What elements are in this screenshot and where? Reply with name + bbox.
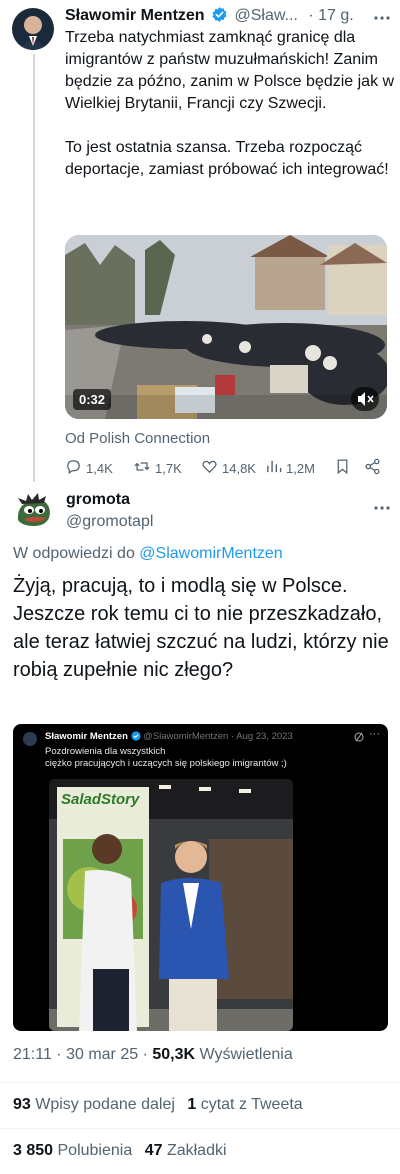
author-name[interactable]: Sławomir Mentzen	[65, 7, 205, 24]
bookmarks-label: Zakładki	[166, 1142, 227, 1159]
heart-icon	[201, 458, 218, 478]
reply-context: W odpowiedzi do @SlawomirMentzen	[13, 545, 283, 563]
retweets-label: Wpisy podane dalej	[35, 1096, 175, 1113]
bookmarks-count: 47	[144, 1142, 163, 1159]
views-count: 50,3K	[152, 1046, 196, 1063]
grok-icon	[353, 730, 365, 748]
views-icon	[265, 458, 282, 478]
bookmark-icon[interactable]	[334, 458, 351, 480]
views-button[interactable]: 1,2M	[265, 458, 315, 478]
quote-author-name: Sławomir Mentzen	[45, 731, 128, 742]
author-name[interactable]: gromota	[66, 491, 130, 509]
avatar[interactable]	[12, 490, 54, 532]
video-source[interactable]: Od Polish Connection	[65, 430, 210, 447]
quote-text-line-2: ciężko pracujących i uczących się polski…	[45, 758, 287, 769]
retweets-count: 93	[13, 1096, 31, 1113]
author-handle[interactable]: @Sław...	[234, 7, 297, 24]
tweet-text: Trzeba natychmiast zamknąć granicę dla i…	[65, 29, 395, 178]
quotes-count: 1	[187, 1096, 197, 1113]
video-player[interactable]: 0:32	[65, 235, 387, 419]
likes-label: Polubienia	[57, 1142, 133, 1159]
divider	[0, 1128, 400, 1129]
like-button[interactable]: 14,8K	[201, 458, 256, 478]
reply-icon	[65, 458, 82, 478]
quote-text-line-1: Pozdrowienia dla wszystkich	[45, 746, 166, 757]
views-label: Wyświetlenia	[199, 1046, 293, 1063]
views-count: 1,2M	[286, 460, 315, 476]
tweet-timestamp-row: 21:11 · 30 mar 25 · 50,3K Wyświetlenia	[13, 1046, 293, 1064]
reply-count: 1,4K	[86, 460, 113, 476]
thread-line	[33, 54, 35, 482]
more-icon[interactable]	[372, 498, 392, 523]
reply-prefix: W odpowiedzi do	[13, 545, 135, 562]
mute-icon[interactable]	[351, 387, 379, 411]
divider	[0, 1082, 400, 1083]
bookmarks-stat[interactable]: 47 Zakładki	[145, 1142, 227, 1159]
quote-handle: @SlawomirMentzen	[143, 731, 229, 742]
likes-row: 3 850 Polubienia 47 Zakładki	[13, 1142, 227, 1160]
likes-stat[interactable]: 3 850 Polubienia	[13, 1142, 132, 1159]
video-thumbnail	[65, 235, 387, 419]
engagement-row: 93 Wpisy podane dalej 1 cytat z Tweeta	[13, 1096, 303, 1114]
quote-avatar	[23, 732, 37, 746]
verified-icon	[211, 6, 228, 26]
retweet-button[interactable]: 1,7K	[133, 458, 182, 478]
quotes-label: cytat z Tweeta	[200, 1096, 303, 1113]
avatar[interactable]	[12, 8, 54, 50]
author-handle[interactable]: @gromotapl	[66, 513, 153, 531]
attached-image[interactable]: Sławomir Mentzen @SlawomirMentzen · Aug …	[13, 724, 388, 1031]
retweet-count: 1,7K	[155, 460, 182, 476]
timestamp[interactable]: 21:11 · 30 mar 25 ·	[13, 1046, 148, 1063]
quote-photo: SaladStory	[49, 779, 293, 1031]
like-count: 14,8K	[222, 460, 256, 476]
likes-count: 3 850	[13, 1142, 54, 1159]
retweet-icon	[133, 458, 151, 478]
tweet-header: Sławomir Mentzen @Sław... · 17 g.	[65, 6, 395, 26]
sign-text: SaladStory	[61, 791, 140, 808]
more-icon: ···	[369, 728, 380, 740]
reply-to-link[interactable]: @SlawomirMentzen	[139, 545, 282, 562]
quote-date: · Aug 23, 2023	[230, 731, 293, 742]
verified-icon	[130, 731, 141, 744]
quote-text: Pozdrowienia dla wszystkich ciężko pracu…	[45, 746, 287, 770]
quote-header: Sławomir Mentzen @SlawomirMentzen · Aug …	[45, 731, 375, 744]
tweet-time[interactable]: · 17 g.	[308, 7, 353, 24]
retweets-stat[interactable]: 93 Wpisy podane dalej	[13, 1096, 175, 1113]
quotes-stat[interactable]: 1 cytat z Tweeta	[187, 1096, 302, 1113]
video-duration: 0:32	[73, 389, 112, 410]
share-icon[interactable]	[364, 458, 381, 480]
tweet-text: Żyją, pracują, to i modlą się w Polsce. …	[13, 575, 389, 681]
reply-button[interactable]: 1,4K	[65, 458, 113, 478]
